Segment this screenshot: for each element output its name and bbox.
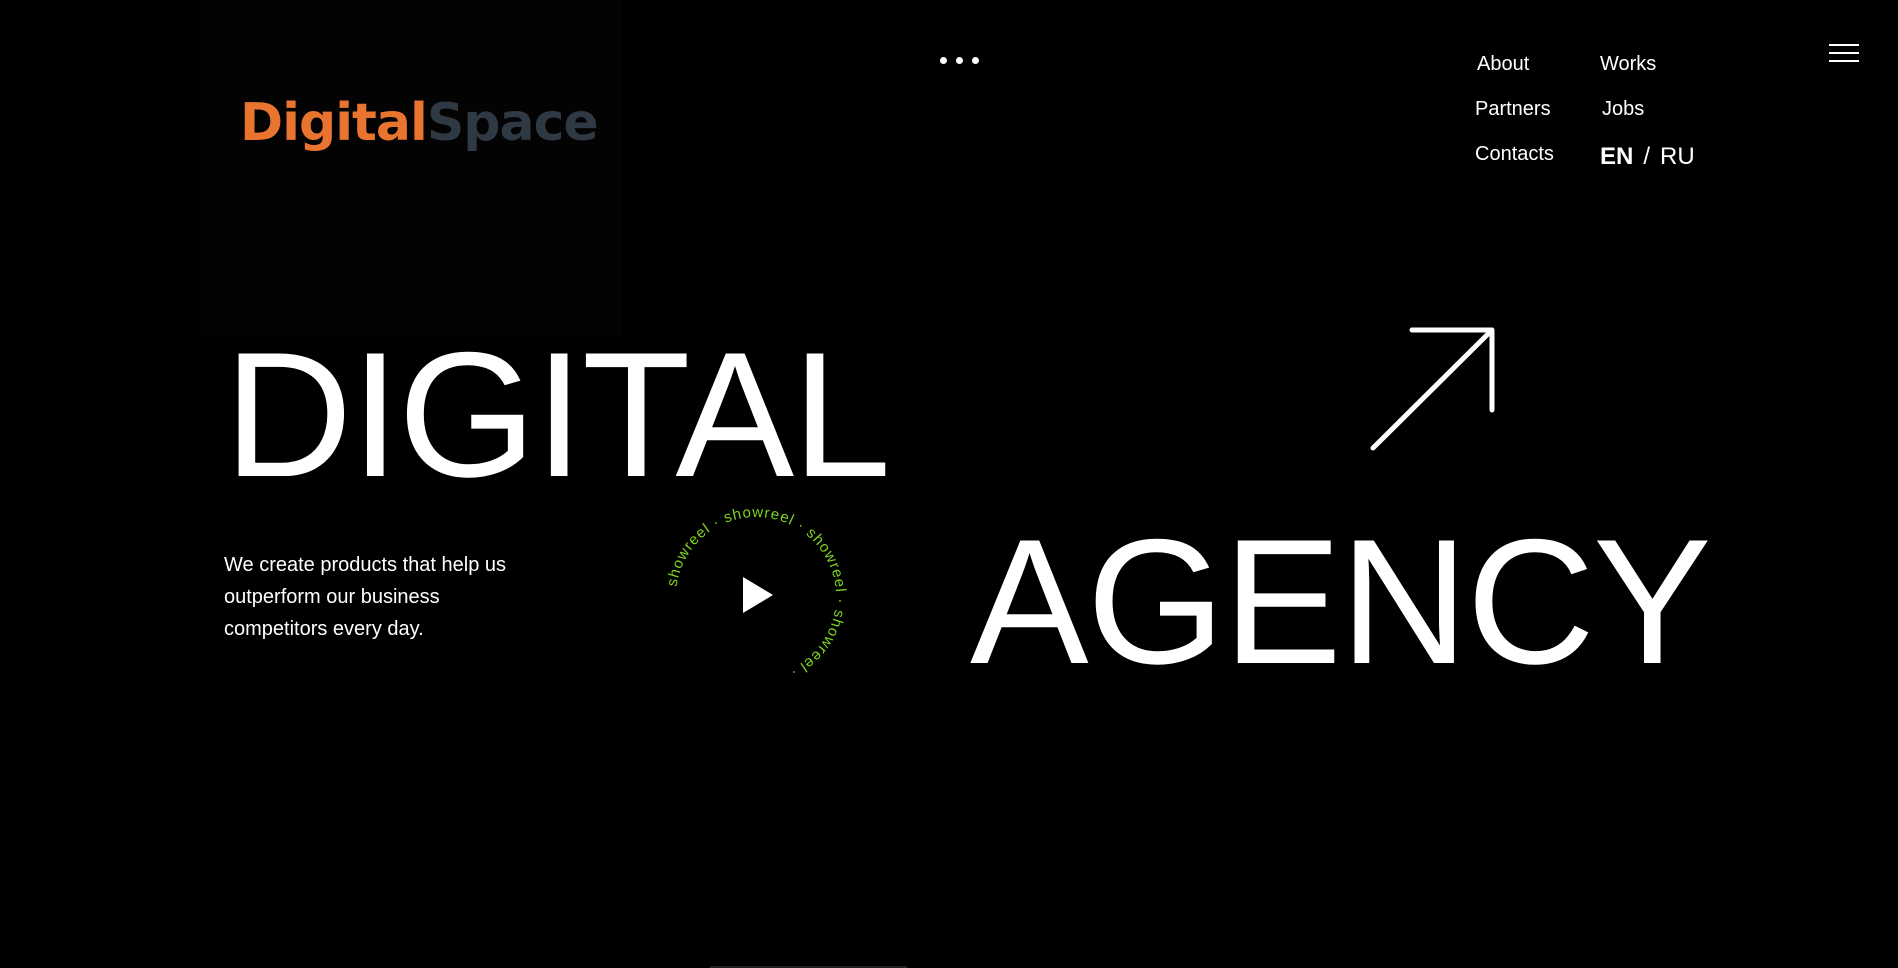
nav-link-jobs[interactable]: Jobs [1602, 97, 1644, 121]
arrow-up-right-icon[interactable] [1370, 326, 1496, 452]
more-options-icon[interactable] [940, 50, 990, 70]
nav-link-partners[interactable]: Partners [1475, 97, 1551, 121]
hero-title-agency: AGENCY [970, 502, 1712, 701]
dot [940, 56, 947, 64]
logo-panel [199, 0, 622, 337]
nav-link-contacts[interactable]: Contacts [1475, 142, 1554, 166]
dot [972, 56, 979, 64]
hero-tagline: We create products that help us outperfo… [224, 554, 507, 640]
hamburger-menu-icon[interactable] [1829, 44, 1859, 64]
logo-text-digital: Digital [240, 93, 428, 153]
nav-link-about[interactable]: About [1477, 52, 1529, 76]
logo-text-space: Space [426, 93, 599, 153]
hero-title-digital: DIGITAL [224, 315, 891, 514]
nav-link-works[interactable]: Works [1600, 52, 1656, 76]
dot [956, 56, 963, 64]
page: DigitalSpace About Works Partners Jobs C… [0, 0, 1898, 968]
language-separator: / [1643, 143, 1651, 170]
play-icon [743, 577, 773, 613]
showreel-button[interactable]: showreel · showreel · showreel · showree… [662, 503, 850, 691]
language-switcher: EN / RU [1600, 142, 1695, 172]
language-en[interactable]: EN [1600, 143, 1633, 170]
site-logo[interactable]: DigitalSpace [240, 88, 599, 158]
language-ru[interactable]: RU [1660, 143, 1695, 170]
